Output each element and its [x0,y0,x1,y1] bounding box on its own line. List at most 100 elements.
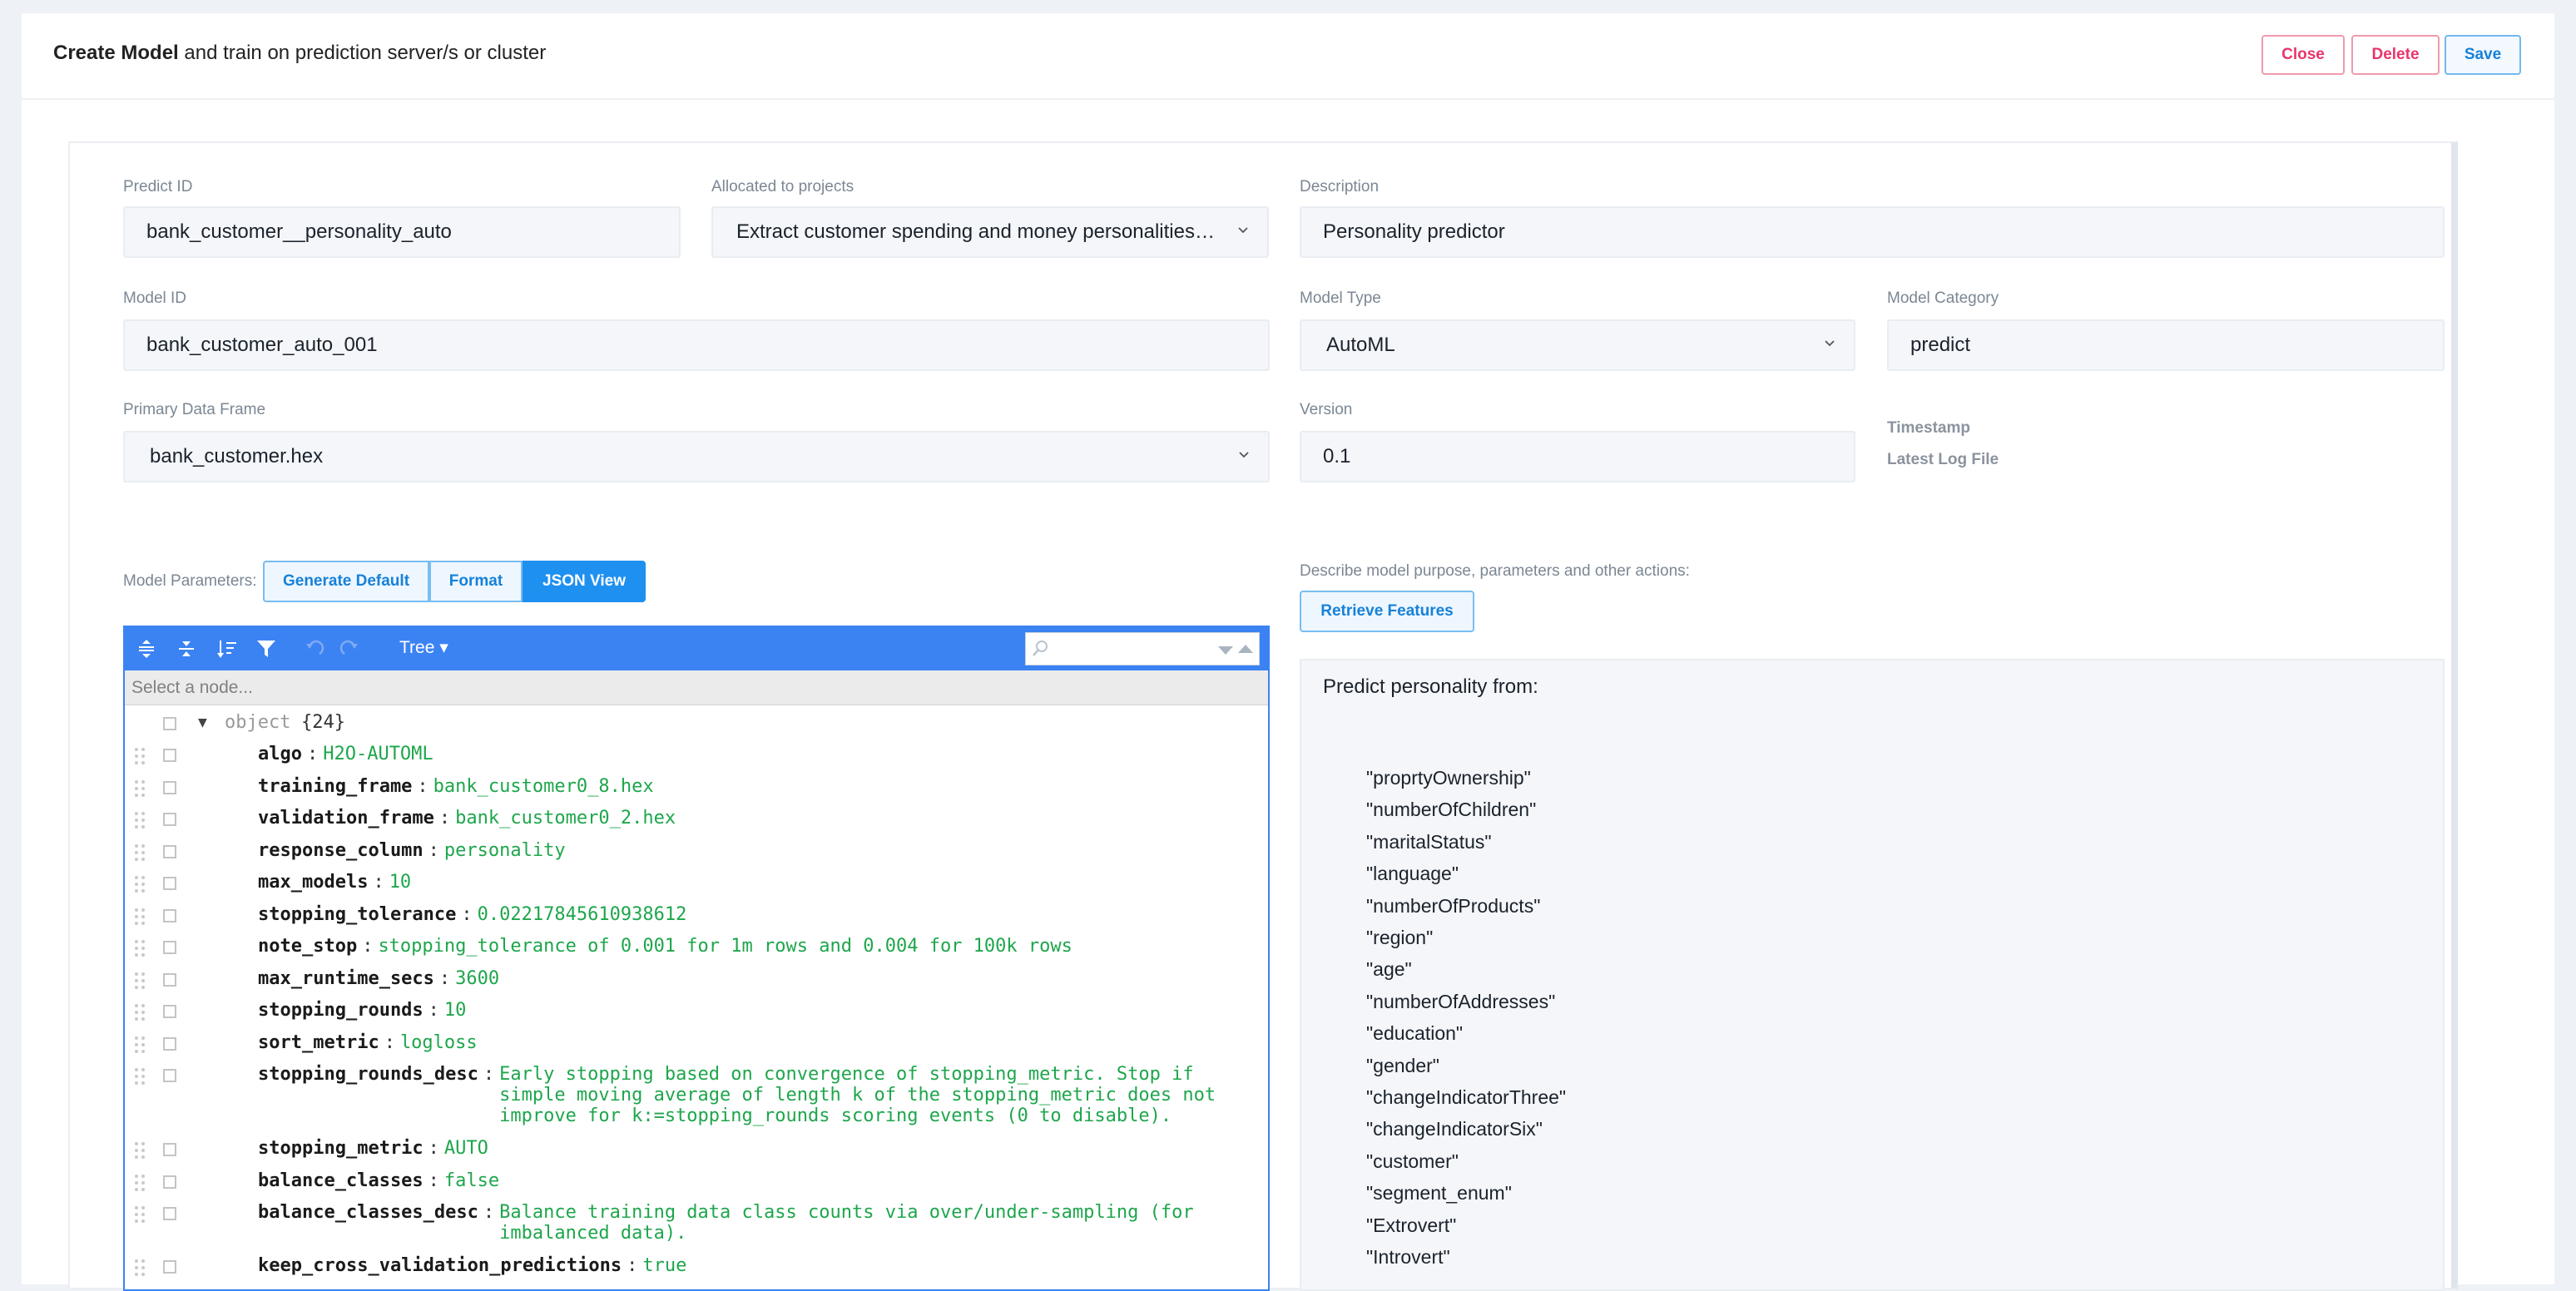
tree-value[interactable]: logloss [400,1032,478,1053]
search-next-icon[interactable] [1217,645,1234,660]
tree-value[interactable]: bank_customer0_8.hex [433,776,654,797]
tree-value[interactable]: false [444,1170,499,1191]
tree-value[interactable]: bank_customer0_2.hex [455,808,676,829]
row-select-checkbox[interactable] [163,780,176,794]
tree-key[interactable]: sort_metric [258,1032,379,1053]
tree-key[interactable]: stopping_rounds_desc [258,1064,478,1085]
model-type-select[interactable]: AutoML [1300,319,1855,371]
drag-handle-icon[interactable] [133,939,146,957]
expand-all-icon[interactable] [135,637,158,660]
row-select-checkbox[interactable] [163,1069,176,1082]
allocated-projects-select[interactable]: Extract customer spending and money pers… [711,206,1269,258]
tree-key[interactable]: stopping_tolerance [258,904,456,925]
tree-row[interactable]: training_frame: bank_customer0_8.hex [125,771,1268,803]
tree-key[interactable]: validation_frame [258,808,434,829]
generate-default-button[interactable]: Generate Default [263,561,429,602]
tree-row[interactable]: keep_cross_validation_predictions: true [125,1250,1268,1282]
tree-row[interactable]: sort_metric: logloss [125,1027,1268,1059]
drag-handle-icon[interactable] [133,908,146,926]
tree-row[interactable]: note_stop: stopping_tolerance of 0.001 fo… [125,931,1268,962]
tree-row[interactable]: validation_frame: bank_customer0_2.hex [125,803,1268,834]
tree-value[interactable]: personality [444,840,566,861]
tree-key[interactable]: algo [258,744,302,764]
version-field[interactable]: 0.1 [1300,431,1855,482]
tree-value[interactable]: stopping_tolerance of 0.001 for 1m rows … [378,936,1072,957]
drag-handle-icon[interactable] [133,779,146,798]
tree-row[interactable]: balance_classes: false [125,1165,1268,1197]
drag-handle-icon[interactable] [133,747,146,765]
row-select-checkbox[interactable] [163,844,176,858]
tree-value[interactable]: 10 [444,1000,467,1021]
tree-row[interactable]: stopping_rounds:10 [125,995,1268,1026]
row-select-checkbox[interactable] [163,1207,176,1220]
tree-row[interactable]: algo: H2O-AUTOML [125,739,1268,770]
row-select-checkbox[interactable] [163,1143,176,1156]
model-id-field[interactable]: bank_customer_auto_001 [123,319,1270,371]
tree-row[interactable]: response_column: personality [125,835,1268,867]
drag-handle-icon[interactable] [133,1141,146,1160]
drag-handle-icon[interactable] [133,1174,146,1192]
row-select-checkbox[interactable] [163,941,176,954]
row-select-checkbox[interactable] [163,1260,176,1274]
undo-icon[interactable] [303,637,326,660]
tree-value[interactable]: 10 [389,872,412,893]
delete-button[interactable]: Delete [2351,35,2440,75]
drag-handle-icon[interactable] [133,1036,146,1054]
tree-key[interactable]: balance_classes [258,1170,424,1191]
tree-row[interactable]: max_models:10 [125,867,1268,898]
collapse-triangle-icon[interactable]: ▼ [198,714,207,731]
predict-id-field[interactable]: bank_customer__personality_auto [123,206,681,258]
tree-key[interactable]: balance_classes_desc [258,1202,478,1223]
primary-data-frame-select[interactable]: bank_customer.hex [123,431,1270,482]
tree-key[interactable]: max_runtime_secs [258,968,434,989]
json-search-input[interactable] [1025,632,1260,665]
tree-row[interactable]: stopping_tolerance:0.02217845610938612 [125,899,1268,931]
drag-handle-icon[interactable] [133,1067,146,1086]
drag-handle-icon[interactable] [133,811,146,829]
row-select-checkbox[interactable] [163,717,176,730]
filter-icon[interactable] [255,637,278,660]
tree-row[interactable]: max_runtime_secs:3600 [125,963,1268,995]
tree-value[interactable]: AUTO [444,1138,488,1159]
row-select-checkbox[interactable] [163,813,176,826]
drag-handle-icon[interactable] [133,1259,146,1277]
row-select-checkbox[interactable] [163,749,176,762]
tree-key[interactable]: stopping_metric [258,1138,424,1159]
format-button[interactable]: Format [429,561,523,602]
tree-value[interactable]: Early stopping based on convergence of s… [499,1064,1216,1126]
tree-key[interactable]: keep_cross_validation_predictions [258,1255,622,1276]
tree-key[interactable]: response_column [258,840,424,861]
tree-value[interactable]: 0.02217845610938612 [478,904,687,925]
tree-value[interactable]: 3600 [455,968,499,989]
drag-handle-icon[interactable] [133,1205,146,1224]
retrieve-features-button[interactable]: Retrieve Features [1300,591,1474,632]
collapse-all-icon[interactable] [175,637,198,660]
save-button[interactable]: Save [2445,35,2521,75]
tree-row[interactable]: stopping_rounds_desc: Early stopping base… [125,1059,1268,1126]
search-previous-icon[interactable] [1237,643,1254,658]
tree-mode-dropdown[interactable]: Tree ▾ [399,637,448,658]
description-textarea[interactable]: Predict personality from: "proprtyOwners… [1300,659,2445,1291]
row-select-checkbox[interactable] [163,908,176,922]
tree-key[interactable]: training_frame [258,776,412,797]
redo-icon[interactable] [338,637,361,660]
row-select-checkbox[interactable] [163,972,176,987]
row-select-checkbox[interactable] [163,877,176,890]
tree-key[interactable]: max_models [258,872,368,893]
row-select-checkbox[interactable] [163,1036,176,1051]
tree-value[interactable]: Balance training data class counts via o… [499,1202,1193,1244]
description-field[interactable]: Personality predictor [1300,206,2445,258]
tree-root-row[interactable]: ▼ object {24} [125,707,1268,739]
drag-handle-icon[interactable] [133,1003,146,1021]
tree-value[interactable]: H2O-AUTOML [323,744,433,764]
row-select-checkbox[interactable] [163,1005,176,1018]
drag-handle-icon[interactable] [133,843,146,862]
row-select-checkbox[interactable] [163,1175,176,1189]
sort-icon[interactable] [215,637,238,660]
tree-key[interactable]: stopping_rounds [258,1000,424,1021]
drag-handle-icon[interactable] [133,875,146,893]
tree-key[interactable]: note_stop [258,936,357,957]
node-navigation-bar[interactable]: Select a node... [125,670,1268,705]
model-category-field[interactable]: predict [1887,319,2445,371]
tree-value[interactable]: true [642,1255,686,1276]
